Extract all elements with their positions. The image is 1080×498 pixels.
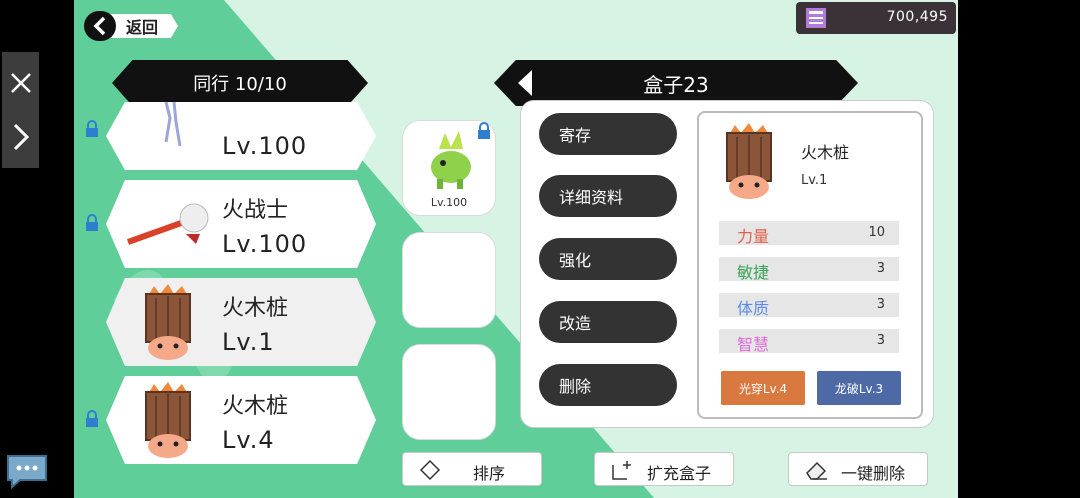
menu-label: 改造 bbox=[559, 314, 592, 333]
expand-box-label: 扩充盒子 bbox=[647, 464, 712, 483]
delete-all-label: 一键删除 bbox=[841, 464, 906, 483]
stat-label: 力量 bbox=[737, 227, 770, 246]
detail-name: 火木桩 bbox=[801, 143, 850, 162]
stat-label: 敏捷 bbox=[737, 263, 770, 282]
party-member-name: 火木桩 bbox=[222, 394, 289, 419]
party-member-name: 火木桩 bbox=[222, 296, 289, 321]
back-arrow-icon bbox=[84, 11, 116, 41]
currency-value: 700,495 bbox=[886, 9, 948, 25]
lock-icon bbox=[84, 410, 100, 428]
stat-strength: 力量 10 bbox=[719, 221, 899, 246]
stat-constitution: 体质 3 bbox=[719, 293, 899, 318]
lock-icon bbox=[84, 214, 100, 232]
green-dragon-sprite-icon bbox=[431, 131, 471, 189]
stat-agility: 敏捷 3 bbox=[719, 257, 899, 282]
party-member-level: Lv.100 bbox=[222, 132, 308, 160]
chat-button[interactable] bbox=[4, 452, 50, 490]
expand-box-icon bbox=[612, 461, 631, 480]
party-title-banner: 同行 10/10 bbox=[112, 60, 368, 106]
expand-box-button[interactable]: 扩充盒子 bbox=[594, 452, 734, 486]
stat-value: 3 bbox=[876, 261, 885, 276]
skill-badge-2[interactable]: 龙破Lv.3 bbox=[817, 371, 901, 405]
modify-button[interactable]: 改造 bbox=[539, 301, 677, 343]
detail-level: Lv.1 bbox=[801, 173, 828, 188]
skill-badge-1[interactable]: 光穿Lv.4 bbox=[721, 371, 805, 405]
box-prev-arrow-icon[interactable] bbox=[518, 70, 532, 96]
stat-value: 3 bbox=[876, 333, 885, 348]
close-overlay-button[interactable] bbox=[2, 58, 39, 108]
close-icon bbox=[10, 73, 31, 93]
stat-label: 智慧 bbox=[737, 335, 770, 354]
member-action-popup: 寄存 详细资料 强化 改造 删除 火木桩 Lv.1 力量 10 敏捷 3 体质 … bbox=[520, 100, 934, 428]
delete-button[interactable]: 删除 bbox=[539, 364, 677, 406]
lock-icon bbox=[476, 122, 492, 140]
box-slot-empty[interactable] bbox=[402, 344, 496, 440]
skill-label: 龙破Lv.3 bbox=[834, 381, 884, 396]
menu-label: 详细资料 bbox=[559, 188, 624, 207]
stat-value: 3 bbox=[876, 297, 885, 312]
stat-value: 10 bbox=[868, 225, 885, 240]
currency-display: 700,495 bbox=[796, 2, 956, 34]
chevron-right-icon bbox=[13, 123, 29, 151]
back-button[interactable]: 返回 bbox=[84, 11, 178, 41]
right-system-strip bbox=[958, 0, 1080, 498]
lock-icon bbox=[84, 120, 100, 138]
stat-wisdom: 智慧 3 bbox=[719, 329, 899, 354]
enhance-button[interactable]: 强化 bbox=[539, 238, 677, 280]
party-member-3[interactable]: 火木桩 Lv.1 bbox=[106, 278, 376, 366]
party-member-name: 火战士 bbox=[222, 198, 289, 223]
fire-stump-sprite-icon bbox=[145, 284, 191, 360]
slot-level: Lv.100 bbox=[430, 196, 468, 209]
character-sprite-icon bbox=[164, 102, 182, 147]
skill-label: 光穿Lv.4 bbox=[738, 381, 788, 396]
party-member-level: Lv.100 bbox=[222, 230, 308, 258]
chat-bubble-icon bbox=[7, 455, 47, 490]
back-label: 返回 bbox=[106, 14, 178, 38]
menu-label: 强化 bbox=[559, 251, 592, 270]
party-member-level: Lv.4 bbox=[222, 426, 275, 454]
details-button[interactable]: 详细资料 bbox=[539, 175, 677, 217]
game-screen: 返回 700,495 同行 10/10 盒子23 Lv.100 火战士 Lv.1… bbox=[74, 0, 958, 498]
party-member-1[interactable]: Lv.100 bbox=[106, 102, 376, 170]
sort-icon bbox=[419, 459, 441, 481]
box-title: 盒子23 bbox=[643, 72, 709, 97]
sort-label: 排序 bbox=[473, 464, 506, 483]
eraser-icon bbox=[806, 461, 827, 480]
fire-warrior-sprite-icon bbox=[126, 203, 209, 245]
menu-label: 寄存 bbox=[559, 126, 592, 145]
party-member-4[interactable]: 火木桩 Lv.4 bbox=[106, 376, 376, 464]
expand-overlay-button[interactable] bbox=[2, 112, 39, 162]
menu-label: 删除 bbox=[559, 377, 592, 396]
member-detail-card: 火木桩 Lv.1 力量 10 敏捷 3 体质 3 智慧 3 光穿Lv.4 龙破L… bbox=[697, 111, 923, 419]
currency-icon bbox=[806, 8, 826, 28]
party-member-2[interactable]: 火战士 Lv.100 bbox=[106, 180, 376, 268]
party-title: 同行 10/10 bbox=[193, 74, 287, 95]
system-overlay-panel bbox=[2, 52, 39, 168]
sort-button[interactable]: 排序 bbox=[402, 452, 542, 486]
fire-stump-sprite-icon bbox=[145, 382, 191, 458]
left-system-strip bbox=[0, 0, 74, 498]
delete-all-button[interactable]: 一键删除 bbox=[788, 452, 928, 486]
stat-label: 体质 bbox=[737, 299, 770, 318]
fire-stump-portrait-icon bbox=[726, 123, 772, 199]
party-member-level: Lv.1 bbox=[222, 328, 275, 356]
deposit-button[interactable]: 寄存 bbox=[539, 113, 677, 155]
box-slot-empty[interactable] bbox=[402, 232, 496, 328]
